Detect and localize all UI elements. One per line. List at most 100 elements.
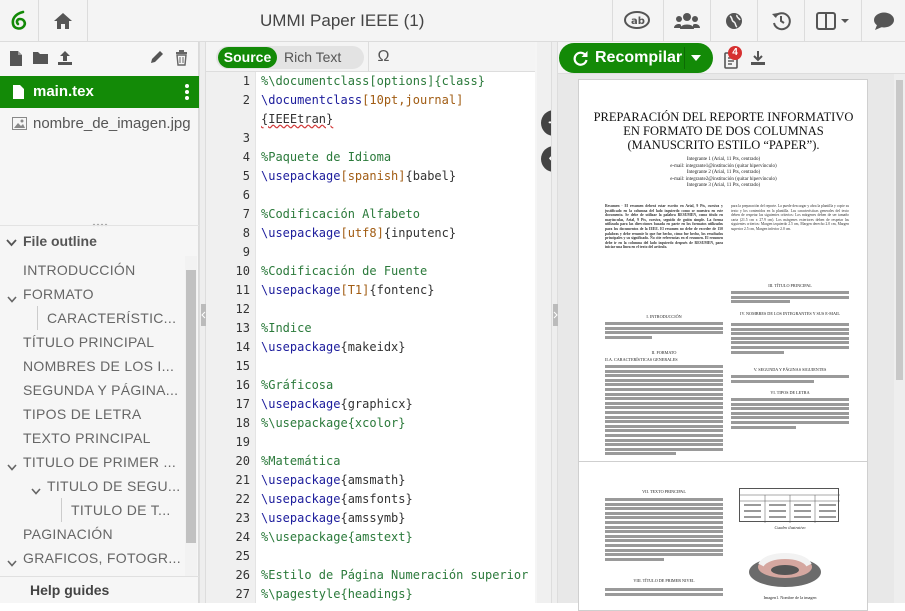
help-guides[interactable]: Help guides (0, 576, 199, 603)
line-text: %\usepackage{xcolor} (261, 414, 406, 433)
file-item-main-tex[interactable]: main.tex (0, 76, 199, 108)
abstract-text: Resumen - El resumen deberá estar escrit… (605, 204, 723, 250)
outline-item[interactable]: SEGUNDA Y PÁGINA... (23, 378, 184, 402)
left-splitter[interactable] (199, 42, 206, 603)
code-line[interactable]: 14 \usepackage{makeidx} (206, 338, 537, 357)
image-caption: Imagen1. Nombre de la imagen (763, 595, 817, 600)
outline-item[interactable]: NOMBRES DE LOS I... (23, 354, 184, 378)
code-line[interactable]: 13 %Indice (206, 319, 537, 338)
home-icon[interactable] (39, 0, 87, 42)
code-line[interactable]: 16 %Gráficosa (206, 376, 537, 395)
code-line[interactable]: 3 (206, 129, 537, 148)
code-token: \usepackage (261, 283, 341, 297)
layout-icon[interactable] (805, 0, 861, 42)
line-number: 9 (242, 245, 250, 259)
outline-item[interactable]: TITULO DE SEGU... (47, 474, 184, 498)
code-token: %Codificación Alfabeto (261, 207, 420, 221)
chevron-down-icon (6, 234, 17, 250)
code-line[interactable]: 2 \documentclass[10pt,journal] (206, 91, 537, 110)
code-line[interactable]: 12 (206, 300, 537, 319)
line-number: 14 (235, 340, 250, 354)
section-heading: VII. TEXTO PRINCIPAL (642, 489, 686, 494)
code-line[interactable]: 15 (206, 357, 537, 376)
code-line[interactable]: 10 %Codificación de Fuente (206, 262, 537, 281)
chevron-down-icon[interactable] (7, 290, 17, 308)
outline-item[interactable]: TITULO DE T... (71, 498, 184, 522)
code-token: %\pagestyle{headings} (261, 587, 413, 601)
file-outline-header[interactable]: File outline (0, 225, 199, 255)
line-text: %Codificación de Fuente (261, 262, 427, 281)
outline-item[interactable]: TITULO DE PRIMER ... (23, 450, 184, 474)
pdf-scroll-thumb[interactable] (896, 80, 903, 380)
delete-icon[interactable] (175, 50, 188, 71)
line-text: %\usepackage{amstext} (261, 528, 413, 547)
chevron-down-icon[interactable] (7, 554, 17, 572)
code-line[interactable]: {IEEEtran} (206, 110, 537, 129)
code-line[interactable]: 20 %Matemática (206, 452, 537, 471)
outline-item[interactable]: TEXTO PRINCIPAL (23, 426, 184, 450)
code-token: \usepackage (261, 511, 341, 525)
line-number: 27 (235, 587, 250, 601)
code-line[interactable]: 22 \usepackage{amsfonts} (206, 490, 537, 509)
code-line[interactable]: 25 (206, 547, 537, 566)
code-line[interactable]: 27 %\pagestyle{headings} (206, 585, 537, 603)
source-mode-button[interactable]: Source (218, 47, 277, 68)
download-pdf-icon[interactable] (750, 50, 766, 71)
recompile-options-icon[interactable] (691, 55, 701, 61)
symbol-palette-button[interactable]: Ω (368, 42, 398, 72)
line-number: 26 (235, 568, 250, 582)
pdf-page-1[interactable]: PREPARACIÓN DEL REPORTE INFORMATIVO EN F… (578, 79, 868, 489)
project-title[interactable]: UMMI Paper IEEE (1) (260, 0, 424, 42)
share-icon[interactable] (664, 0, 710, 42)
history-icon[interactable] (758, 0, 804, 42)
code-line[interactable]: 5 \usepackage[spanish]{babel} (206, 167, 537, 186)
code-lines[interactable]: 1 %\documentclass[options]{class} 2 \docume… (206, 72, 537, 603)
code-line[interactable]: 17 \usepackage{graphicx} (206, 395, 537, 414)
outline-item[interactable]: INTRODUCCIÓN (23, 258, 184, 282)
outline-item[interactable]: FORMATO (23, 282, 184, 306)
right-splitter[interactable] (551, 42, 558, 603)
code-line[interactable]: 18 %\usepackage{xcolor} (206, 414, 537, 433)
chat-icon[interactable] (862, 0, 905, 42)
outline-item[interactable]: TÍTULO PRINCIPAL (23, 330, 184, 354)
file-menu-icon[interactable] (185, 84, 189, 104)
outline-item[interactable]: CARACTERÍSTIC... (47, 306, 184, 330)
publish-icon[interactable] (711, 0, 757, 42)
new-file-icon[interactable] (9, 50, 23, 72)
line-number: 4 (242, 150, 250, 164)
outline-item[interactable]: PAGINACIÓN (23, 522, 184, 546)
code-line[interactable]: 7 %Codificación Alfabeto (206, 205, 537, 224)
chevron-down-icon[interactable] (7, 458, 17, 476)
code-line[interactable]: 23 \usepackage{amssymb} (206, 509, 537, 528)
code-line[interactable]: 9 (206, 243, 537, 262)
upload-icon[interactable] (57, 50, 73, 71)
code-line[interactable]: 4 %Paquete de Idioma (206, 148, 537, 167)
overleaf-logo-icon[interactable] (0, 0, 38, 42)
code-line[interactable]: 21 \usepackage{amsmath} (206, 471, 537, 490)
section-heading: VIII. TÍTULO DE PRIMER NIVEL (633, 578, 695, 583)
code-line[interactable]: 8 \usepackage[utf8]{inputenc} (206, 224, 537, 243)
code-line[interactable]: 19 (206, 433, 537, 452)
code-line[interactable]: 11 \usepackage[T1]{fontenc} (206, 281, 537, 300)
resize-handle[interactable] (92, 215, 108, 227)
line-number: 18 (235, 416, 250, 430)
outline-item[interactable]: TIPOS DE LETRA (23, 402, 184, 426)
code-token: %\usepackage{amstext} (261, 530, 413, 544)
code-line[interactable]: 24 %\usepackage{amstext} (206, 528, 537, 547)
review-icon[interactable]: ab (613, 0, 663, 42)
new-folder-icon[interactable] (32, 50, 49, 70)
pdf-page-2[interactable]: VII. TEXTO PRINCIPAL VIII. TÍTULO DE PRI… (578, 461, 868, 611)
line-number: 10 (235, 264, 250, 278)
outline-item[interactable]: GRAFICOS, FOTOGR... (23, 546, 184, 570)
recompile-button[interactable]: Recompilar (559, 43, 713, 73)
rich-text-mode-button[interactable]: Rich Text (284, 47, 341, 68)
code-line[interactable]: 1 %\documentclass[options]{class} (206, 72, 537, 91)
chevron-down-icon[interactable] (31, 482, 41, 500)
code-line[interactable]: 6 (206, 186, 537, 205)
outline-scroll-thumb[interactable] (186, 270, 196, 543)
code-token: [T1] (340, 283, 370, 297)
file-item-image[interactable]: nombre_de_imagen.jpg (0, 112, 199, 138)
editor-toolbar: Source Rich Text Ω (206, 42, 537, 72)
code-line[interactable]: 26 %Estilo de Página Numeración superior (206, 566, 537, 585)
rename-icon[interactable] (149, 50, 164, 70)
